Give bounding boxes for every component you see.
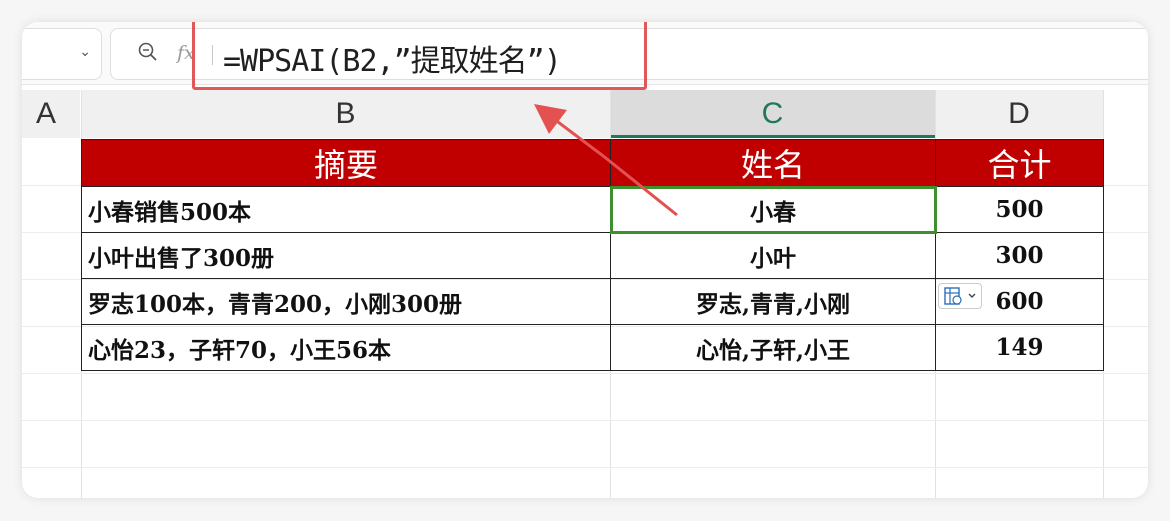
name-box[interactable]: ⌄ — [22, 28, 102, 80]
cell-total-with-icon[interactable]: 600 — [935, 278, 1104, 325]
cell-name[interactable]: 心怡,子轩,小王 — [610, 324, 936, 371]
grid-row-line — [22, 467, 1148, 468]
table-row: 小叶出售了300册 小叶 300 — [81, 232, 1104, 279]
cell-name-active[interactable]: 小春 — [609, 185, 937, 234]
cell-total-value: 600 — [995, 288, 1044, 315]
cell-summary[interactable]: 罗志100本，青青200，小刚300册 — [81, 278, 611, 325]
table-header-row: 摘要 姓名 合计 — [81, 139, 1104, 187]
cell-name[interactable]: 小叶 — [610, 232, 936, 279]
paste-options-icon[interactable] — [938, 283, 982, 309]
column-header-b[interactable]: B — [81, 90, 610, 138]
header-cell-summary[interactable]: 摘要 — [81, 139, 611, 187]
table-row: 心怡23，子轩70，小王56本 心怡,子轩,小王 149 — [81, 324, 1104, 371]
header-cell-total[interactable]: 合计 — [935, 139, 1104, 187]
cell-summary[interactable]: 小春销售500本 — [81, 186, 611, 233]
spreadsheet-window: ⌄ fx =WPSAI(B2,”提取姓名”) A B C D 摘要 姓名 合计 — [22, 22, 1148, 498]
chevron-down-icon[interactable]: ⌄ — [79, 44, 91, 60]
table-row: 罗志100本，青青200，小刚300册 罗志,青青,小刚 600 — [81, 278, 1104, 325]
header-cell-name[interactable]: 姓名 — [610, 139, 936, 187]
cell-summary[interactable]: 心怡23，子轩70，小王56本 — [81, 324, 611, 371]
data-table: 摘要 姓名 合计 小春销售500本 小春 500 小叶出售了300册 小叶 30… — [81, 139, 1104, 371]
cell-total[interactable]: 300 — [935, 232, 1104, 279]
grid-row-line — [22, 420, 1148, 421]
column-header-a[interactable]: A — [22, 90, 80, 138]
grid-row-line — [22, 373, 1148, 374]
cell-summary[interactable]: 小叶出售了300册 — [81, 232, 611, 279]
cell-total[interactable]: 500 — [935, 186, 1104, 233]
zoom-icon[interactable] — [137, 41, 159, 63]
formula-highlight-box — [192, 22, 647, 90]
cell-name[interactable]: 罗志,青青,小刚 — [610, 278, 936, 325]
column-header-c[interactable]: C — [610, 90, 935, 138]
column-header-d[interactable]: D — [935, 90, 1103, 138]
cell-total[interactable]: 149 — [935, 324, 1104, 371]
table-row: 小春销售500本 小春 500 — [81, 185, 1104, 234]
